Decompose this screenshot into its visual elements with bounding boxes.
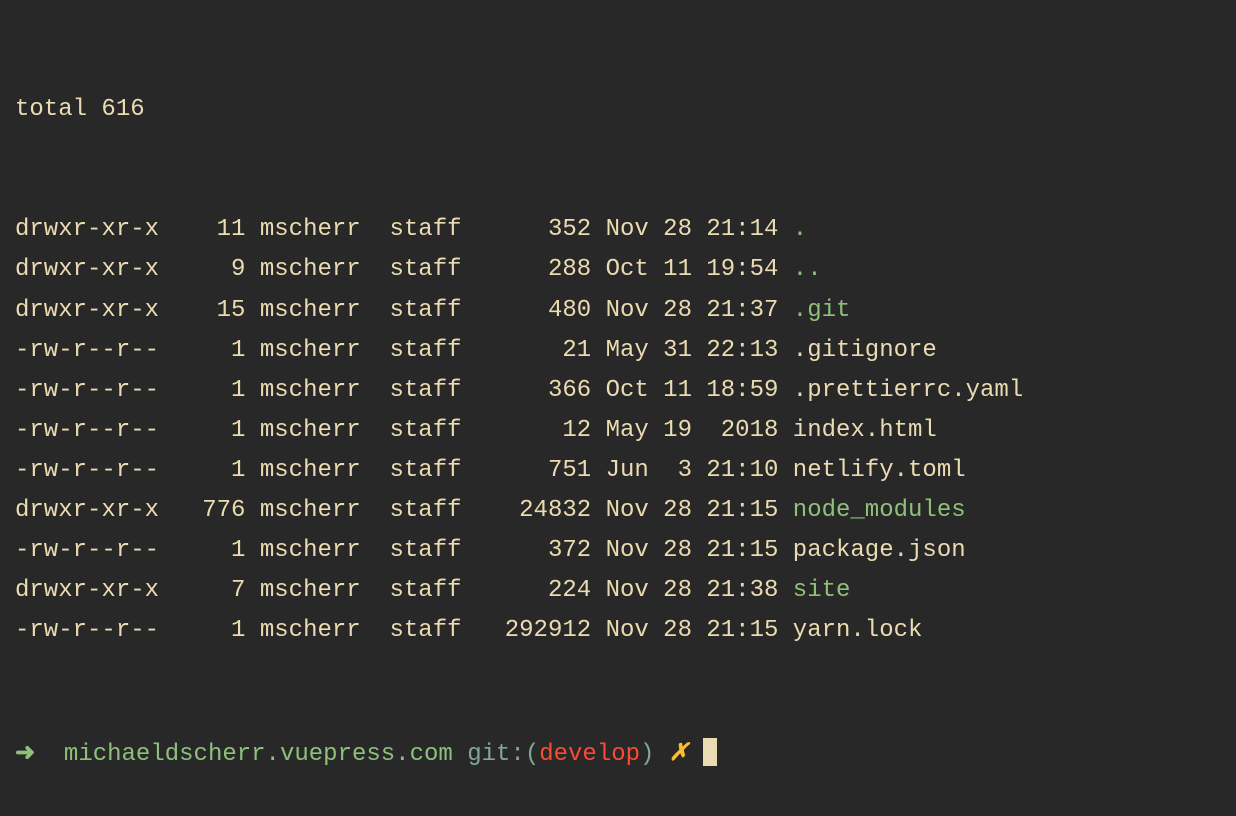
file-permissions: -rw-r--r-- — [15, 417, 159, 444]
file-links: 1 — [188, 377, 246, 404]
file-permissions: -rw-r--r-- — [15, 457, 159, 484]
file-group: staff — [390, 577, 462, 604]
file-permissions: drwxr-xr-x — [15, 256, 159, 283]
file-name: site — [793, 577, 851, 604]
file-links: 9 — [188, 256, 246, 283]
file-group: staff — [390, 617, 462, 644]
ls-row: -rw-r--r-- 1 mscherr staff 372 Nov 28 21… — [15, 531, 1221, 571]
file-size: 751 — [490, 457, 591, 484]
file-size: 21 — [490, 337, 591, 364]
file-permissions: -rw-r--r-- — [15, 337, 159, 364]
file-date: Oct 11 19:54 — [606, 256, 779, 283]
ls-row: -rw-r--r-- 1 mscherr staff 292912 Nov 28… — [15, 611, 1221, 651]
file-size: 12 — [490, 417, 591, 444]
ls-total-line: total 616 — [15, 90, 1221, 130]
file-owner: mscherr — [260, 577, 361, 604]
file-name: netlify.toml — [793, 457, 966, 484]
file-permissions: drwxr-xr-x — [15, 497, 159, 524]
file-links: 15 — [188, 297, 246, 324]
file-group: staff — [390, 497, 462, 524]
file-name: index.html — [793, 417, 937, 444]
file-size: 288 — [490, 256, 591, 283]
file-permissions: drwxr-xr-x — [15, 297, 159, 324]
prompt-cwd: michaeldscherr.vuepress.com — [64, 741, 453, 768]
file-owner: mscherr — [260, 256, 361, 283]
file-group: staff — [390, 457, 462, 484]
file-size: 480 — [490, 297, 591, 324]
file-size: 372 — [490, 537, 591, 564]
file-group: staff — [390, 377, 462, 404]
file-name: package.json — [793, 537, 966, 564]
cursor — [703, 738, 717, 766]
file-owner: mscherr — [260, 216, 361, 243]
file-date: Nov 28 21:15 — [606, 537, 779, 564]
ls-row: drwxr-xr-x 776 mscherr staff 24832 Nov 2… — [15, 491, 1221, 531]
file-date: Nov 28 21:37 — [606, 297, 779, 324]
file-name: yarn.lock — [793, 617, 923, 644]
file-size: 366 — [490, 377, 591, 404]
file-links: 1 — [188, 417, 246, 444]
file-permissions: drwxr-xr-x — [15, 216, 159, 243]
file-name: node_modules — [793, 497, 966, 524]
file-size: 224 — [490, 577, 591, 604]
ls-row: drwxr-xr-x 7 mscherr staff 224 Nov 28 21… — [15, 571, 1221, 611]
file-size: 24832 — [490, 497, 591, 524]
file-group: staff — [390, 537, 462, 564]
file-date: Nov 28 21:38 — [606, 577, 779, 604]
file-permissions: -rw-r--r-- — [15, 537, 159, 564]
file-group: staff — [390, 337, 462, 364]
file-owner: mscherr — [260, 377, 361, 404]
ls-row: drwxr-xr-x 15 mscherr staff 480 Nov 28 2… — [15, 291, 1221, 331]
file-links: 7 — [188, 577, 246, 604]
ls-row: -rw-r--r-- 1 mscherr staff 12 May 19 201… — [15, 411, 1221, 451]
file-owner: mscherr — [260, 337, 361, 364]
file-name: .gitignore — [793, 337, 937, 364]
ls-row: -rw-r--r-- 1 mscherr staff 751 Jun 3 21:… — [15, 451, 1221, 491]
file-owner: mscherr — [260, 457, 361, 484]
file-links: 11 — [188, 216, 246, 243]
file-permissions: drwxr-xr-x — [15, 577, 159, 604]
file-group: staff — [390, 297, 462, 324]
file-date: May 31 22:13 — [606, 337, 779, 364]
file-name: .. — [793, 256, 822, 283]
file-links: 1 — [188, 457, 246, 484]
file-date: Jun 3 21:10 — [606, 457, 779, 484]
file-name: . — [793, 216, 807, 243]
ls-rows-container: drwxr-xr-x 11 mscherr staff 352 Nov 28 2… — [15, 210, 1221, 651]
ls-row: -rw-r--r-- 1 mscherr staff 366 Oct 11 18… — [15, 371, 1221, 411]
file-date: Nov 28 21:15 — [606, 617, 779, 644]
ls-row: drwxr-xr-x 9 mscherr staff 288 Oct 11 19… — [15, 250, 1221, 290]
file-owner: mscherr — [260, 617, 361, 644]
shell-prompt[interactable]: ➜ michaeldscherr.vuepress.com git:(devel… — [15, 735, 1221, 775]
file-date: Nov 28 21:15 — [606, 497, 779, 524]
file-owner: mscherr — [260, 497, 361, 524]
file-group: staff — [390, 417, 462, 444]
file-permissions: -rw-r--r-- — [15, 617, 159, 644]
file-size: 292912 — [490, 617, 591, 644]
prompt-git-branch: develop — [539, 741, 640, 768]
file-links: 1 — [188, 617, 246, 644]
file-owner: mscherr — [260, 297, 361, 324]
prompt-git-label-post: ) — [640, 741, 654, 768]
prompt-git-label-pre: git:( — [467, 741, 539, 768]
file-size: 352 — [490, 216, 591, 243]
ls-row: drwxr-xr-x 11 mscherr staff 352 Nov 28 2… — [15, 210, 1221, 250]
file-name: .prettierrc.yaml — [793, 377, 1023, 404]
prompt-arrow-icon: ➜ — [15, 741, 35, 768]
file-date: Oct 11 18:59 — [606, 377, 779, 404]
file-name: .git — [793, 297, 851, 324]
terminal-output[interactable]: total 616 drwxr-xr-x 11 mscherr staff 35… — [15, 10, 1221, 816]
file-date: May 19 2018 — [606, 417, 779, 444]
file-owner: mscherr — [260, 537, 361, 564]
file-owner: mscherr — [260, 417, 361, 444]
ls-row: -rw-r--r-- 1 mscherr staff 21 May 31 22:… — [15, 331, 1221, 371]
file-group: staff — [390, 216, 462, 243]
file-date: Nov 28 21:14 — [606, 216, 779, 243]
file-links: 1 — [188, 337, 246, 364]
file-links: 776 — [188, 497, 246, 524]
file-group: staff — [390, 256, 462, 283]
prompt-dirty-icon: ✗ — [669, 741, 689, 768]
file-permissions: -rw-r--r-- — [15, 377, 159, 404]
file-links: 1 — [188, 537, 246, 564]
